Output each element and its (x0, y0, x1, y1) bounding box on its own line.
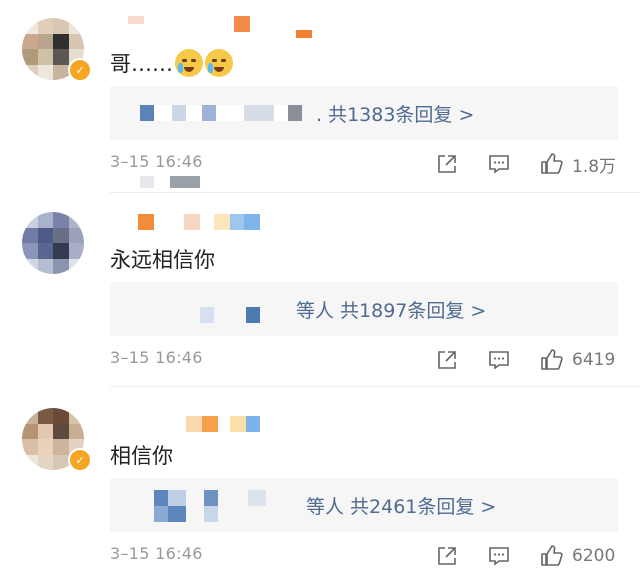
thumbs-up-icon (541, 349, 563, 370)
reply-usernames-redacted (200, 307, 260, 323)
reply-count-link[interactable]: 等人 共2461条回复 > (306, 492, 496, 519)
reply-usernames-redacted (140, 490, 266, 524)
reply-summary-box[interactable]: 等人 共2461条回复 > (110, 478, 618, 532)
like-button[interactable]: 6419 (540, 346, 615, 374)
reply-count-link[interactable]: . 共1383条回复 > (316, 100, 474, 127)
share-icon (438, 547, 456, 565)
crying-emoji-icon (175, 49, 203, 77)
comment-meta: 3–15 16:46 6419 (0, 346, 640, 374)
share-icon (438, 351, 456, 369)
comment-text: 哥…… (110, 48, 233, 78)
timestamp: 3–15 16:46 (110, 348, 203, 367)
reply-summary-box[interactable]: 等人 共1897条回复 > (110, 282, 618, 336)
timestamp: 3–15 16:46 (110, 152, 203, 171)
share-button[interactable] (436, 542, 458, 570)
divider (110, 386, 640, 387)
comment-icon (489, 351, 509, 370)
avatar[interactable] (22, 212, 84, 274)
like-button[interactable]: 6200 (540, 542, 615, 570)
reply-summary-box[interactable]: . 共1383条回复 > (110, 86, 618, 140)
comment-text: 相信你 (110, 444, 173, 468)
username-redacted[interactable] (110, 16, 312, 38)
username-redacted[interactable] (110, 214, 260, 230)
comment-meta: 3–15 16:46 6200 (0, 542, 640, 570)
thumbs-up-icon (541, 153, 563, 174)
like-count: 6200 (572, 546, 616, 566)
comment-text: 永远相信你 (110, 248, 215, 272)
comment-button[interactable] (488, 150, 510, 178)
redacted-block (140, 176, 200, 188)
share-button[interactable] (436, 346, 458, 374)
reply-usernames-redacted (140, 105, 302, 121)
comment-icon (489, 547, 509, 566)
comment-button[interactable] (488, 542, 510, 570)
crying-emoji-icon (205, 49, 233, 77)
share-icon (438, 155, 456, 173)
thumbs-up-icon (541, 545, 563, 566)
username-redacted[interactable] (110, 416, 260, 432)
comment-meta: 3–15 16:46 1.8万 (0, 150, 640, 178)
share-button[interactable] (436, 150, 458, 178)
comment-icon (489, 155, 509, 174)
comment-button[interactable] (488, 346, 510, 374)
timestamp: 3–15 16:46 (110, 544, 203, 563)
like-count: 6419 (572, 350, 616, 370)
verified-badge-icon: ✓ (68, 58, 92, 82)
reply-count-link[interactable]: 等人 共1897条回复 > (296, 296, 486, 323)
verified-badge-icon: ✓ (68, 448, 92, 472)
like-count: 1.8万 (572, 156, 617, 177)
divider (110, 192, 640, 193)
like-button[interactable]: 1.8万 (540, 150, 616, 178)
